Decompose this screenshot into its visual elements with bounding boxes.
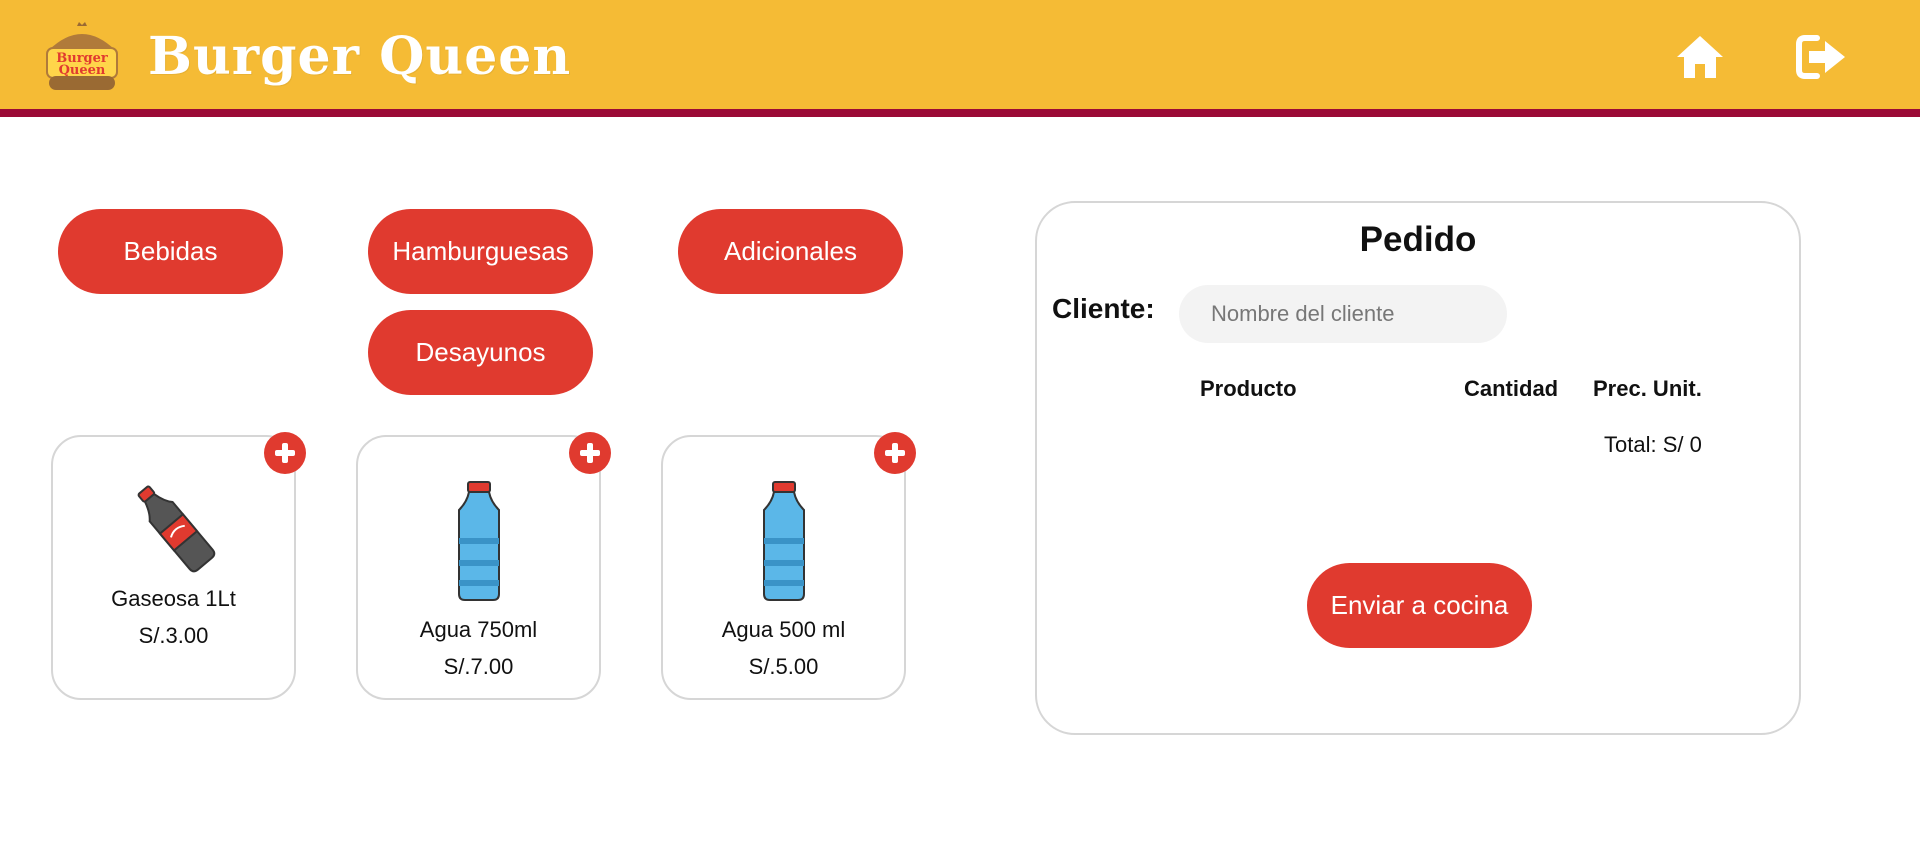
app-header: Burger Queen Burger Queen <box>0 0 1920 117</box>
product-name: Agua 500 ml <box>721 617 846 642</box>
category-desayunos-button[interactable]: Desayunos <box>368 310 593 395</box>
svg-text:Queen: Queen <box>59 63 106 78</box>
product-name: Gaseosa 1Lt <box>111 586 236 611</box>
column-header-prec-unit: Prec. Unit. <box>1593 376 1702 401</box>
soda-bottle-icon <box>137 485 215 573</box>
column-header-cantidad: Cantidad <box>1464 376 1559 401</box>
product-card: Gaseosa 1Lt S/.3.00 <box>51 435 296 700</box>
column-header-producto: Producto <box>1200 376 1297 401</box>
client-label: Cliente: <box>1052 293 1155 324</box>
product-price: S/.5.00 <box>748 654 819 679</box>
product-price: S/.7.00 <box>443 654 514 679</box>
order-panel: Pedido Cliente: Producto Cantidad Prec. … <box>1035 201 1801 735</box>
water-bottle-icon <box>762 481 805 601</box>
category-bebidas-button[interactable]: Bebidas <box>58 209 283 294</box>
order-total: Total: S/ 0 <box>1604 432 1702 457</box>
water-bottle-icon <box>457 481 500 601</box>
product-name: Agua 750ml <box>419 617 538 642</box>
add-product-button[interactable] <box>264 432 306 474</box>
product-card: Agua 750ml S/.7.00 <box>356 435 601 700</box>
product-card: Agua 500 ml S/.5.00 <box>661 435 906 700</box>
client-name-input[interactable] <box>1179 285 1507 343</box>
burger-logo-icon: Burger Queen <box>46 22 118 90</box>
logout-icon[interactable] <box>1795 30 1849 84</box>
category-hamburguesas-button[interactable]: Hamburguesas <box>368 209 593 294</box>
order-title: Pedido <box>1359 220 1477 259</box>
category-adicionales-button[interactable]: Adicionales <box>678 209 903 294</box>
product-price: S/.3.00 <box>138 623 209 648</box>
add-product-button[interactable] <box>874 432 916 474</box>
send-to-kitchen-button[interactable]: Enviar a cocina <box>1307 563 1532 648</box>
home-icon[interactable] <box>1673 30 1727 84</box>
brand-title: Burger Queen <box>148 26 572 87</box>
add-product-button[interactable] <box>569 432 611 474</box>
